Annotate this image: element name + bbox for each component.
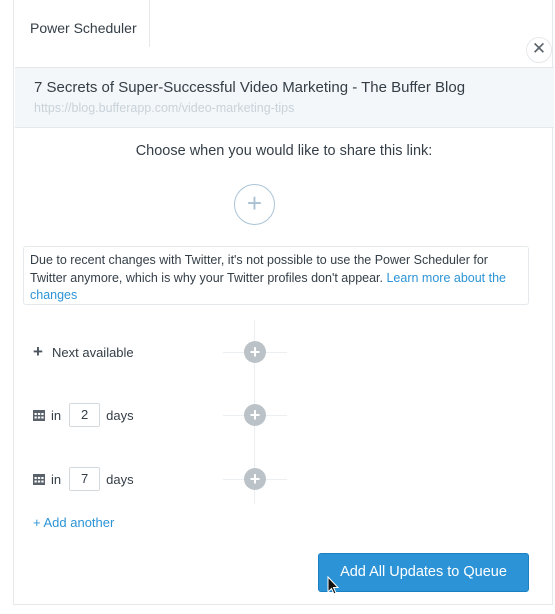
twitter-notice: Due to recent changes with Twitter, it's… (23, 246, 529, 305)
next-available-label: Next available (52, 344, 134, 360)
plus-icon: + (249, 469, 261, 489)
add-all-to-queue-button[interactable]: Add All Updates to Queue (318, 553, 529, 592)
add-post-button[interactable]: + (244, 341, 266, 363)
plus-icon: + (249, 342, 261, 362)
in-label: in (51, 407, 62, 423)
power-scheduler-modal: Power Scheduler ✕ 7 Secrets of Super-Suc… (13, 0, 554, 605)
calendar-icon (33, 473, 45, 485)
add-another-link[interactable]: + Add another (33, 515, 114, 530)
close-button[interactable]: ✕ (526, 37, 552, 63)
calendar-icon (33, 409, 45, 421)
in-label: in (51, 471, 62, 487)
link-title: 7 Secrets of Super-Successful Video Mark… (34, 79, 466, 96)
days-input[interactable]: 7 (69, 467, 101, 491)
link-preview: 7 Secrets of Super-Successful Video Mark… (15, 67, 554, 128)
add-post-button[interactable]: + (244, 404, 266, 426)
tab-label: Power Scheduler (30, 20, 137, 36)
link-url: https://blog.bufferapp.com/video-marketi… (34, 101, 295, 115)
add-time-button[interactable]: + (234, 184, 275, 225)
slot-next-available: + Next available (33, 340, 134, 364)
schedule-prompt: Choose when you would like to share this… (135, 143, 433, 159)
add-post-button[interactable]: + (244, 468, 266, 490)
plus-icon: + (246, 188, 263, 218)
close-icon: ✕ (531, 39, 547, 58)
slot-in-days: in 2 days (33, 403, 134, 427)
plus-icon: + (249, 405, 261, 425)
slot-in-days: in 7 days (33, 467, 134, 491)
tab-power-scheduler[interactable]: Power Scheduler (14, 0, 150, 47)
days-label: days (106, 471, 134, 487)
plus-icon: + (33, 342, 43, 361)
days-input[interactable]: 2 (69, 403, 101, 427)
mouse-cursor-icon (327, 576, 339, 595)
days-label: days (106, 407, 134, 423)
